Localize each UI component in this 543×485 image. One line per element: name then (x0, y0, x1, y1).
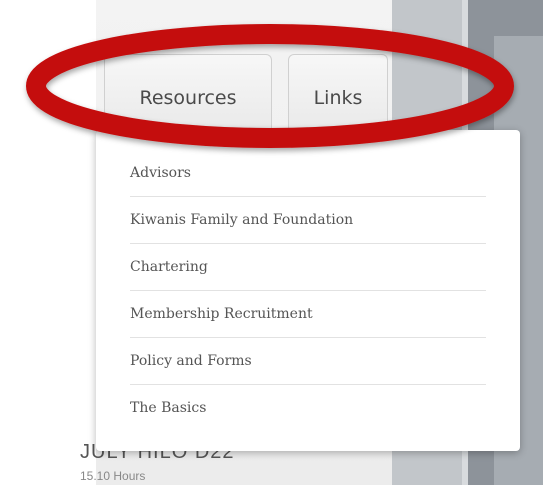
menu-item-membership-recruitment[interactable]: Membership Recruitment (130, 291, 486, 338)
event-detail-fragment-3: 15.10 Hours (80, 469, 146, 483)
menu-item-policy-forms[interactable]: Policy and Forms (130, 338, 486, 385)
menu-item-kiwanis-family-foundation[interactable]: Kiwanis Family and Foundation (130, 197, 486, 244)
menu-item-advisors[interactable]: Advisors (130, 153, 486, 197)
left-page-area (0, 0, 96, 485)
menu-item-the-basics[interactable]: The Basics (130, 385, 486, 432)
tab-resources[interactable]: Resources (104, 54, 272, 134)
menu-item-chartering[interactable]: Chartering (130, 244, 486, 291)
tab-links[interactable]: Links (288, 54, 388, 134)
resources-dropdown-menu: Advisors Kiwanis Family and Foundation C… (96, 130, 520, 451)
